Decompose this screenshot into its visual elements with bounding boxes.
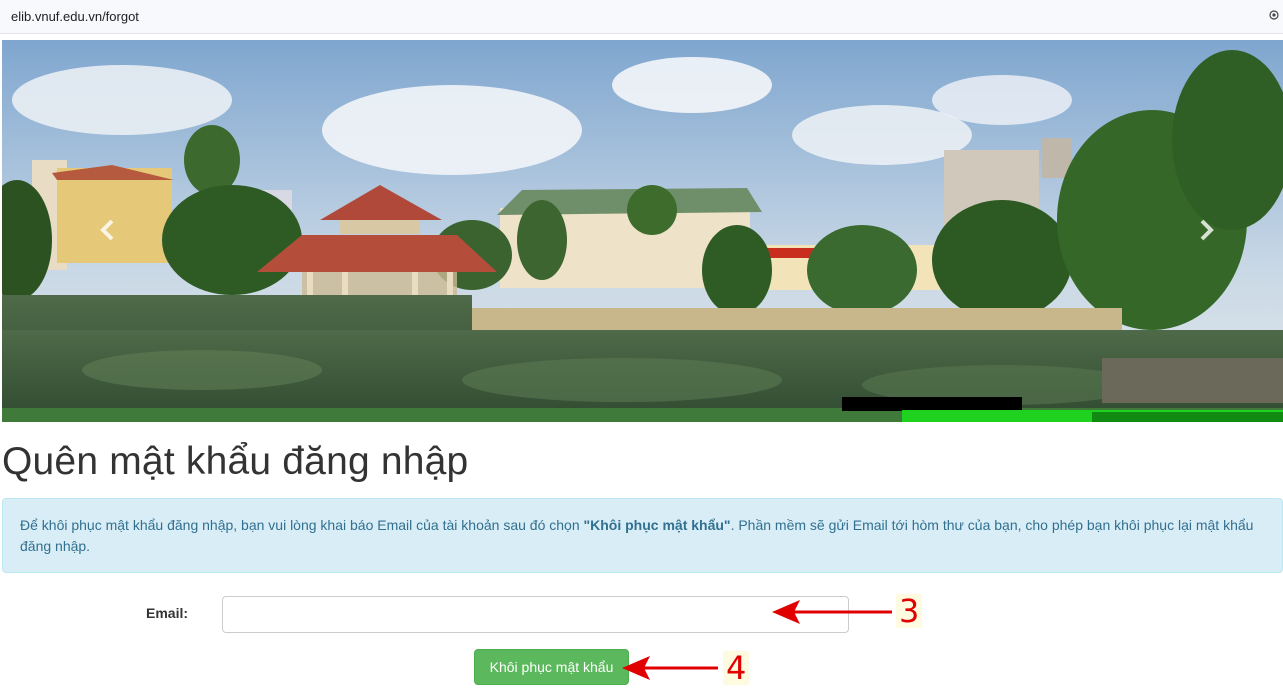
campus-lake-photo	[2, 40, 1283, 422]
email-input[interactable]	[222, 596, 849, 633]
annotation-number-4: 4	[723, 651, 750, 685]
address-bar[interactable]: elib.vnuf.edu.vn/forgot	[0, 0, 1283, 34]
annotation-arrow-3	[772, 600, 892, 624]
recover-password-button[interactable]: Khôi phục mật khẩu	[474, 649, 629, 685]
url-text[interactable]: elib.vnuf.edu.vn/forgot	[11, 9, 139, 24]
carousel-prev-icon[interactable]	[98, 218, 118, 242]
info-alert: Để khôi phục mật khẩu đăng nhập, bạn vui…	[2, 498, 1283, 573]
page-title: Quên mật khẩu đăng nhập	[2, 440, 469, 483]
banner-carousel	[2, 40, 1283, 422]
annotation-arrow-4	[622, 656, 718, 680]
site-info-icon[interactable]	[1269, 10, 1279, 20]
annotation-number-3: 3	[896, 594, 923, 628]
carousel-next-icon[interactable]	[1196, 218, 1216, 242]
info-text-before: Để khôi phục mật khẩu đăng nhập, bạn vui…	[20, 517, 584, 533]
info-text-bold: "Khôi phục mật khẩu"	[583, 517, 731, 533]
email-label: Email:	[146, 605, 189, 621]
